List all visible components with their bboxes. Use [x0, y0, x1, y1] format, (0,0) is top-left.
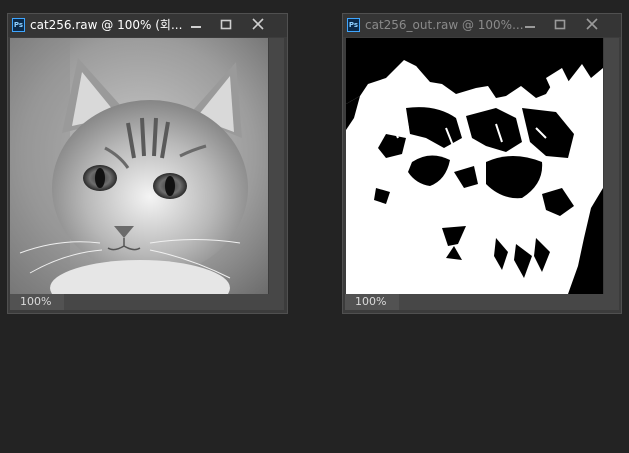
window-titlebar[interactable]: Ps cat256.raw @ 100% (회... [8, 14, 287, 37]
close-icon [252, 18, 264, 30]
minimize-button[interactable] [515, 14, 545, 36]
cat-grayscale-image [10, 38, 268, 316]
maximize-button[interactable] [545, 14, 575, 36]
document-window-original[interactable]: Ps cat256.raw @ 100% (회... 100% [7, 13, 288, 316]
image-canvas[interactable] [10, 38, 268, 316]
close-button[interactable] [577, 14, 607, 36]
cat-threshold-image [346, 38, 603, 294]
vertical-scrollbar[interactable] [269, 38, 284, 294]
vertical-scrollbar[interactable] [604, 38, 619, 294]
minimize-icon [191, 26, 201, 28]
minimize-icon [525, 26, 535, 28]
status-bar: 100% [345, 294, 604, 310]
zoom-level[interactable]: 100% [345, 294, 399, 310]
maximize-icon [220, 19, 232, 30]
status-bar: 100% [10, 294, 269, 310]
window-title: cat256.raw @ 100% (회... [30, 18, 183, 32]
photoshop-app-icon: Ps [347, 18, 360, 32]
maximize-icon [554, 19, 566, 30]
image-canvas[interactable] [346, 38, 603, 294]
maximize-button[interactable] [211, 14, 241, 36]
window-title: cat256_out.raw @ 100%... [365, 18, 524, 32]
resize-corner[interactable] [269, 294, 284, 310]
close-button[interactable] [243, 14, 273, 36]
minimize-button[interactable] [181, 14, 211, 36]
photoshop-app-icon: Ps [12, 18, 25, 32]
close-icon [586, 18, 598, 30]
resize-corner[interactable] [604, 294, 619, 310]
document-window-output[interactable]: Ps cat256_out.raw @ 100%... 100% [342, 13, 622, 314]
window-titlebar[interactable]: Ps cat256_out.raw @ 100%... [343, 14, 621, 37]
zoom-level[interactable]: 100% [10, 294, 64, 310]
